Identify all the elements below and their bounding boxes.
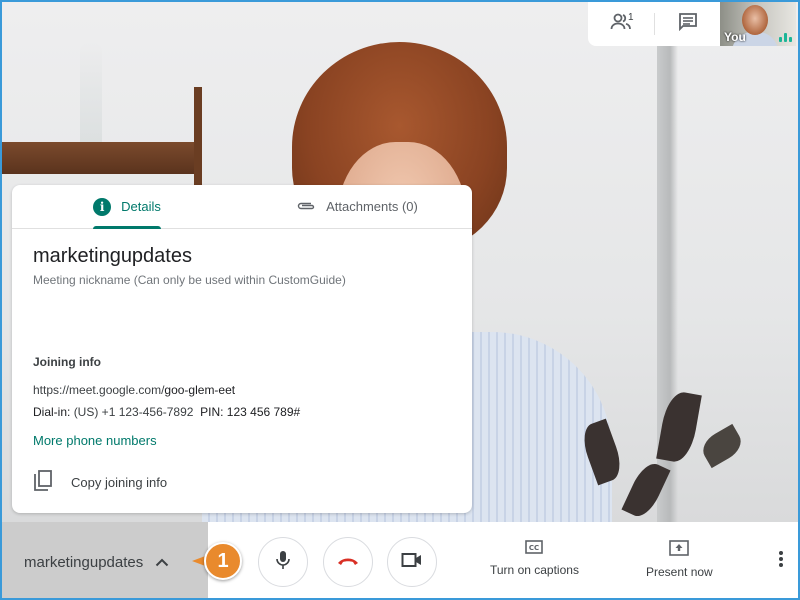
copy-joining-info-label: Copy joining info bbox=[71, 475, 168, 490]
tab-attachments-label: Attachments (0) bbox=[326, 199, 418, 214]
join-url-prefix: https://meet.google.com/ bbox=[33, 383, 165, 397]
step-callout: 1 bbox=[192, 542, 244, 582]
meeting-title: marketingupdates bbox=[33, 245, 192, 267]
camera-icon bbox=[401, 552, 423, 573]
dial-label: Dial-in: bbox=[33, 405, 71, 419]
join-url-code: goo-glem-eet bbox=[164, 383, 236, 397]
audio-level-icon bbox=[779, 33, 792, 42]
paperclip-icon bbox=[296, 199, 316, 214]
microphone-icon bbox=[276, 550, 290, 575]
tab-attachments[interactable]: Attachments (0) bbox=[242, 185, 472, 228]
pin-label: PIN: bbox=[200, 405, 224, 419]
present-now-button[interactable]: Present now bbox=[646, 540, 713, 579]
meet-window: 1 You i Details Attachments (0) marketin… bbox=[0, 0, 800, 600]
meeting-details-toggle[interactable]: marketingupdates bbox=[2, 522, 208, 598]
tab-details[interactable]: i Details bbox=[12, 185, 242, 229]
hang-up-button[interactable] bbox=[323, 537, 373, 587]
chat-button[interactable] bbox=[655, 2, 721, 46]
background-shelf bbox=[2, 142, 202, 174]
captions-label: Turn on captions bbox=[490, 563, 579, 577]
background-plant-leaf bbox=[697, 423, 747, 469]
self-label: You bbox=[724, 30, 746, 44]
more-phone-numbers-link[interactable]: More phone numbers bbox=[33, 433, 157, 448]
participants-count: 1 bbox=[628, 12, 634, 23]
background-plant-leaf bbox=[621, 458, 671, 522]
meeting-name: marketingupdates bbox=[24, 553, 144, 571]
background-shelf-post bbox=[194, 87, 202, 187]
meeting-details-panel: i Details Attachments (0) marketingupdat… bbox=[12, 185, 472, 513]
chat-icon bbox=[678, 12, 698, 36]
bottom-control-bar: marketingupdates CC Turn on captions Pre… bbox=[2, 522, 798, 598]
top-controls: 1 You bbox=[588, 2, 796, 46]
more-vert-icon bbox=[778, 551, 784, 572]
details-tabs: i Details Attachments (0) bbox=[12, 185, 472, 229]
tab-details-label: Details bbox=[121, 199, 161, 214]
closed-captions-icon: CC bbox=[525, 540, 544, 557]
dial-number: (US) +1 123-456-7892 bbox=[73, 405, 194, 419]
background-vase bbox=[80, 42, 102, 152]
copy-joining-info-button[interactable]: Copy joining info bbox=[33, 470, 451, 495]
background-plant-leaf bbox=[656, 389, 702, 465]
copy-icon bbox=[33, 470, 53, 495]
participants-button[interactable]: 1 bbox=[588, 2, 654, 46]
chevron-up-icon bbox=[155, 554, 169, 571]
pin-value: 123 456 789# bbox=[226, 405, 301, 419]
more-options-button[interactable] bbox=[778, 550, 784, 573]
present-screen-icon bbox=[669, 540, 690, 559]
join-url: https://meet.google.com/goo-glem-eet bbox=[33, 383, 451, 397]
self-view-thumbnail[interactable]: You bbox=[720, 2, 796, 46]
meeting-subtitle: Meeting nickname (Can only be used withi… bbox=[33, 273, 346, 287]
camera-button[interactable] bbox=[387, 537, 437, 587]
info-icon: i bbox=[93, 197, 112, 216]
callout-step-number: 1 bbox=[204, 542, 242, 580]
joining-info-heading: Joining info bbox=[33, 355, 101, 369]
dial-in-line: Dial-in: (US) +1 123-456-7892 PIN: 123 4… bbox=[33, 405, 451, 419]
svg-text:CC: CC bbox=[529, 544, 539, 552]
present-label: Present now bbox=[646, 565, 713, 579]
captions-button[interactable]: CC Turn on captions bbox=[490, 540, 579, 577]
microphone-button[interactable] bbox=[258, 537, 308, 587]
hang-up-icon bbox=[337, 553, 359, 571]
